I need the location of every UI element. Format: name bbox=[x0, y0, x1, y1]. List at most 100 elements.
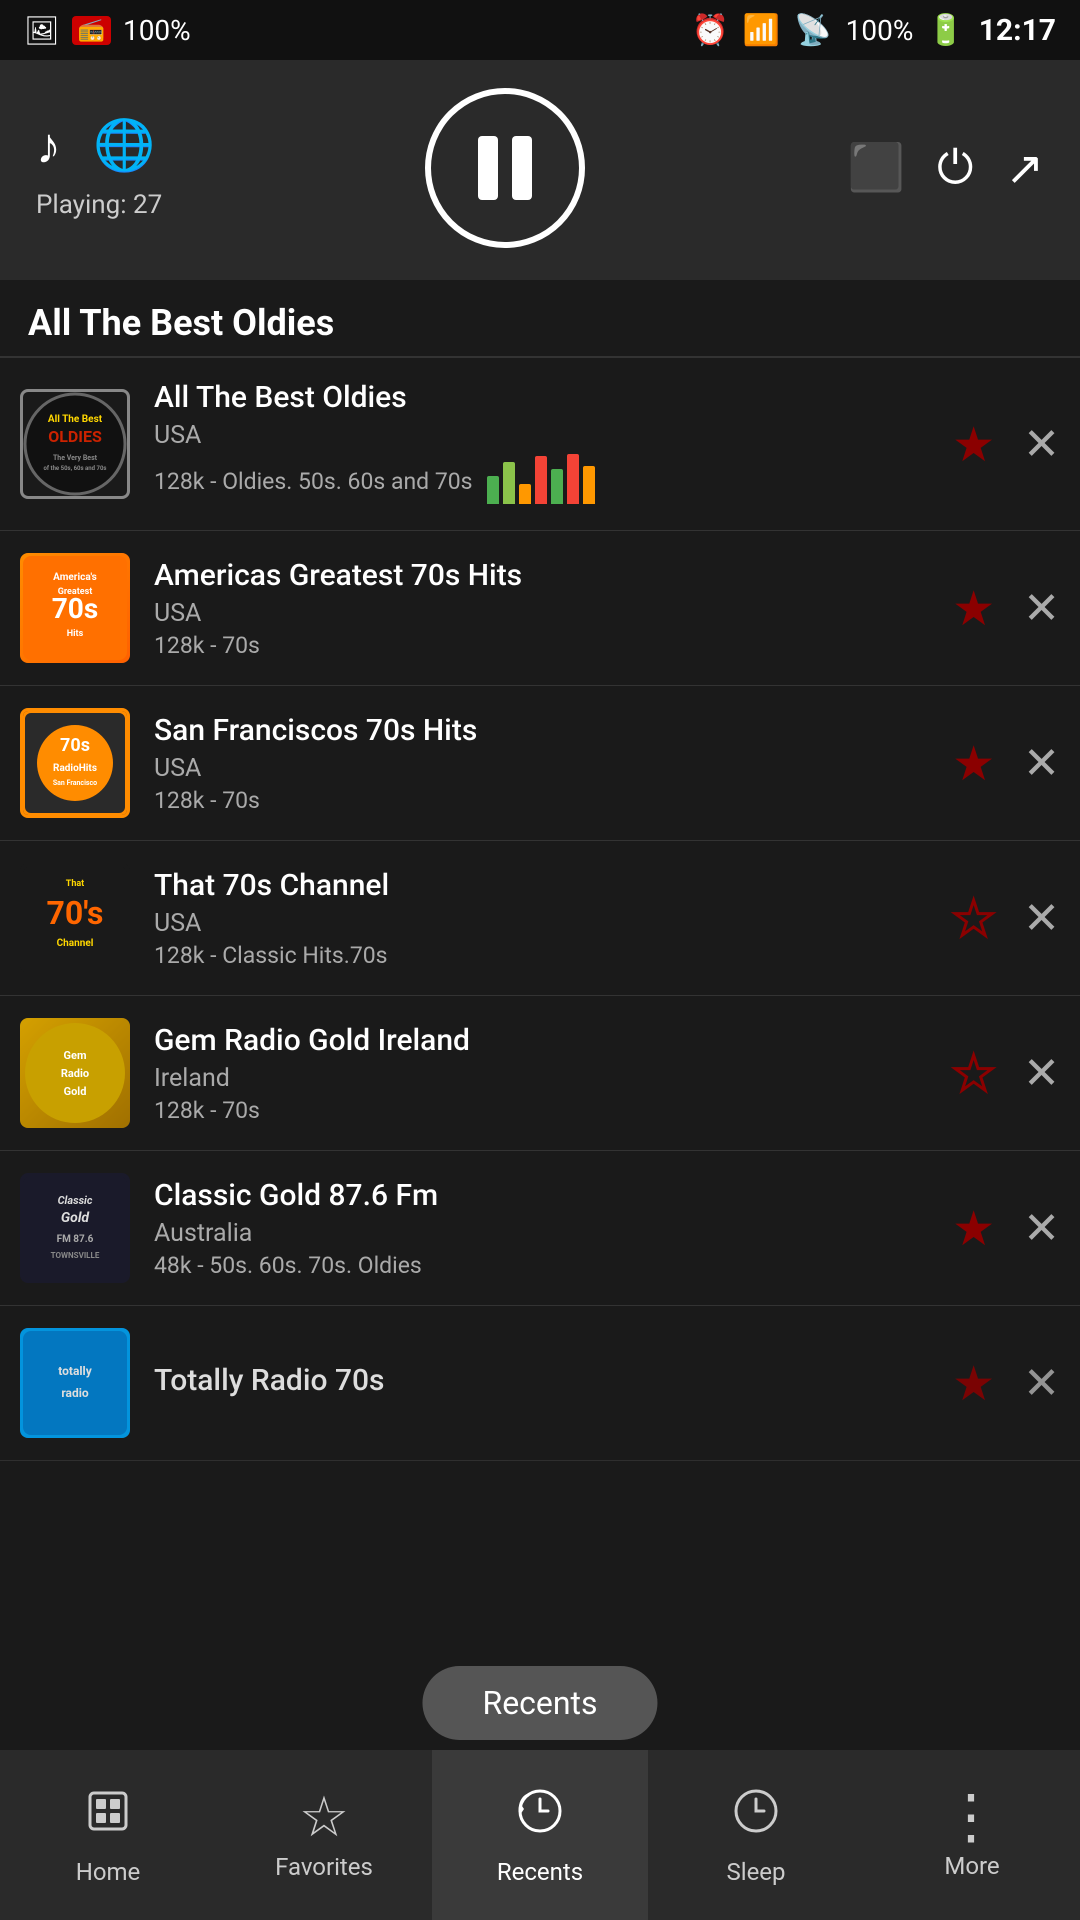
right-controls: ⬛ ⏻ ↗ bbox=[848, 141, 1044, 196]
favorite-button[interactable]: ★ bbox=[952, 890, 995, 947]
remove-button[interactable]: ✕ bbox=[1023, 1047, 1060, 1099]
signal-icon: 📡 bbox=[794, 13, 831, 48]
radio-country: USA bbox=[154, 421, 952, 450]
nav-home[interactable]: Home bbox=[0, 1750, 216, 1920]
favorite-button[interactable]: ★ bbox=[952, 1200, 995, 1257]
pause-icon bbox=[478, 136, 532, 200]
svg-text:The Very Best: The Very Best bbox=[53, 454, 98, 462]
bottom-navigation: Home ☆ Favorites Recents Sleep ⋮ More bbox=[0, 1750, 1080, 1920]
home-icon bbox=[82, 1785, 134, 1850]
radio-name: Americas Greatest 70s Hits bbox=[154, 558, 952, 593]
image-icon: 🖼 bbox=[24, 14, 60, 47]
nav-recents[interactable]: Recents bbox=[432, 1750, 648, 1920]
playing-label: Playing: 27 bbox=[36, 190, 162, 220]
left-controls: ♪ 🌐 Playing: 27 bbox=[36, 117, 162, 220]
nav-favorites[interactable]: ☆ Favorites bbox=[216, 1750, 432, 1920]
radio-details: 128k - 70s bbox=[154, 1097, 952, 1124]
radio-country: Australia bbox=[154, 1219, 952, 1248]
svg-text:Radio: Radio bbox=[61, 1067, 89, 1080]
remove-button[interactable]: ✕ bbox=[1023, 1202, 1060, 1254]
radio-info: That 70s Channel USA 128k - Classic Hits… bbox=[154, 868, 952, 969]
status-right: ⏰ 📶 📡 100% 🔋 12:17 bbox=[692, 13, 1056, 48]
favorite-button[interactable]: ★ bbox=[952, 416, 995, 473]
radio-actions: ★ ✕ bbox=[952, 580, 1060, 637]
radio-item[interactable]: 70s RadioHits San Francisco San Francisc… bbox=[0, 686, 1080, 841]
svg-text:America's: America's bbox=[53, 572, 97, 583]
radio-info: All The Best Oldies USA 128k - Oldies. 5… bbox=[154, 380, 952, 508]
radio-actions: ★ ✕ bbox=[952, 1355, 1060, 1412]
favorite-button[interactable]: ★ bbox=[952, 580, 995, 637]
station-logo: America's Greatest 70s Hits bbox=[20, 553, 130, 663]
station-logo: Classic Gold FM 87.6 TOWNSVILLE bbox=[20, 1173, 130, 1283]
station-logo: That 70's Channel bbox=[20, 863, 130, 973]
power-button[interactable]: ⏻ bbox=[937, 141, 973, 196]
station-logo: All The Best OLDIES The Very Best of the… bbox=[20, 389, 130, 499]
svg-text:OLDIES: OLDIES bbox=[48, 427, 102, 446]
radio-info: Gem Radio Gold Ireland Ireland 128k - 70… bbox=[154, 1023, 952, 1124]
sleep-label: Sleep bbox=[726, 1858, 785, 1886]
svg-text:Channel: Channel bbox=[57, 938, 94, 949]
status-bar: 🖼 📻 100% ⏰ 📶 📡 100% 🔋 12:17 bbox=[0, 0, 1080, 60]
favorite-button[interactable]: ★ bbox=[952, 1045, 995, 1102]
remove-button[interactable]: ✕ bbox=[1023, 582, 1060, 634]
radio-item[interactable]: America's Greatest 70s Hits Americas Gre… bbox=[0, 531, 1080, 686]
sleep-icon bbox=[730, 1785, 782, 1850]
radio-details: 128k - 70s bbox=[154, 632, 952, 659]
pause-button[interactable] bbox=[425, 88, 585, 248]
share-button[interactable]: ↗ bbox=[1005, 141, 1044, 196]
svg-text:Gold: Gold bbox=[61, 1210, 91, 1226]
radio-item[interactable]: Gem Radio Gold Gem Radio Gold Ireland Ir… bbox=[0, 996, 1080, 1151]
remove-button[interactable]: ✕ bbox=[1023, 418, 1060, 470]
svg-text:radio: radio bbox=[61, 1386, 89, 1400]
player-controls-row: ♪ 🌐 Playing: 27 ⬛ ⏻ ↗ bbox=[36, 88, 1044, 248]
stop-button[interactable]: ⬛ bbox=[848, 141, 905, 196]
remove-button[interactable]: ✕ bbox=[1023, 1357, 1060, 1409]
radio-item[interactable]: totally radio Totally Radio 70s ★ ✕ bbox=[0, 1306, 1080, 1461]
recents-label: Recents bbox=[497, 1858, 583, 1886]
radio-name: Gem Radio Gold Ireland bbox=[154, 1023, 952, 1058]
svg-text:Classic: Classic bbox=[58, 1194, 93, 1207]
svg-text:FM 87.6: FM 87.6 bbox=[57, 1234, 94, 1245]
remove-button[interactable]: ✕ bbox=[1023, 737, 1060, 789]
radio-country: USA bbox=[154, 754, 952, 783]
svg-text:Gold: Gold bbox=[64, 1085, 87, 1098]
radio-actions: ★ ✕ bbox=[952, 1045, 1060, 1102]
svg-text:Gem: Gem bbox=[64, 1049, 87, 1062]
music-icon[interactable]: ♪ bbox=[36, 117, 61, 176]
radio-info: Classic Gold 87.6 Fm Australia 48k - 50s… bbox=[154, 1178, 952, 1279]
nav-sleep[interactable]: Sleep bbox=[648, 1750, 864, 1920]
radio-list: All The Best OLDIES The Very Best of the… bbox=[0, 358, 1080, 1461]
more-icon: ⋮ bbox=[941, 1790, 1003, 1844]
radio-actions: ★ ✕ bbox=[952, 416, 1060, 473]
notification-count: 100% bbox=[123, 14, 191, 47]
radio-info: Americas Greatest 70s Hits USA 128k - 70… bbox=[154, 558, 952, 659]
remove-button[interactable]: ✕ bbox=[1023, 892, 1060, 944]
svg-text:of the 50s, 60s and 70s: of the 50s, 60s and 70s bbox=[44, 465, 107, 472]
radio-item[interactable]: All The Best OLDIES The Very Best of the… bbox=[0, 358, 1080, 531]
globe-icon[interactable]: 🌐 bbox=[93, 117, 155, 176]
svg-text:RadioHits: RadioHits bbox=[53, 763, 97, 774]
radio-actions: ★ ✕ bbox=[952, 890, 1060, 947]
favorites-label: Favorites bbox=[275, 1853, 373, 1881]
home-label: Home bbox=[76, 1858, 141, 1886]
recents-icon bbox=[514, 1785, 566, 1850]
nav-more[interactable]: ⋮ More bbox=[864, 1750, 1080, 1920]
favorites-icon: ☆ bbox=[299, 1789, 349, 1845]
svg-text:70's: 70's bbox=[47, 894, 104, 932]
station-logo: totally radio bbox=[20, 1328, 130, 1438]
radio-item[interactable]: That 70's Channel That 70s Channel USA 1… bbox=[0, 841, 1080, 996]
clock-time: 12:17 bbox=[979, 13, 1056, 48]
radio-info: Totally Radio 70s bbox=[154, 1363, 952, 1404]
svg-text:70s: 70s bbox=[60, 735, 90, 756]
favorite-button[interactable]: ★ bbox=[952, 735, 995, 792]
favorite-button[interactable]: ★ bbox=[952, 1355, 995, 1412]
svg-text:TOWNSVILLE: TOWNSVILLE bbox=[51, 1251, 100, 1260]
svg-text:San Francisco: San Francisco bbox=[53, 779, 97, 787]
radio-item[interactable]: Classic Gold FM 87.6 TOWNSVILLE Classic … bbox=[0, 1151, 1080, 1306]
radio-name: Classic Gold 87.6 Fm bbox=[154, 1178, 952, 1213]
alarm-icon: ⏰ bbox=[692, 13, 729, 48]
player-header: ♪ 🌐 Playing: 27 ⬛ ⏻ ↗ bbox=[0, 60, 1080, 280]
radio-details: 48k - 50s. 60s. 70s. Oldies bbox=[154, 1252, 952, 1279]
recents-tooltip: Recents bbox=[422, 1666, 657, 1740]
radio-details: 128k - Classic Hits.70s bbox=[154, 942, 952, 969]
